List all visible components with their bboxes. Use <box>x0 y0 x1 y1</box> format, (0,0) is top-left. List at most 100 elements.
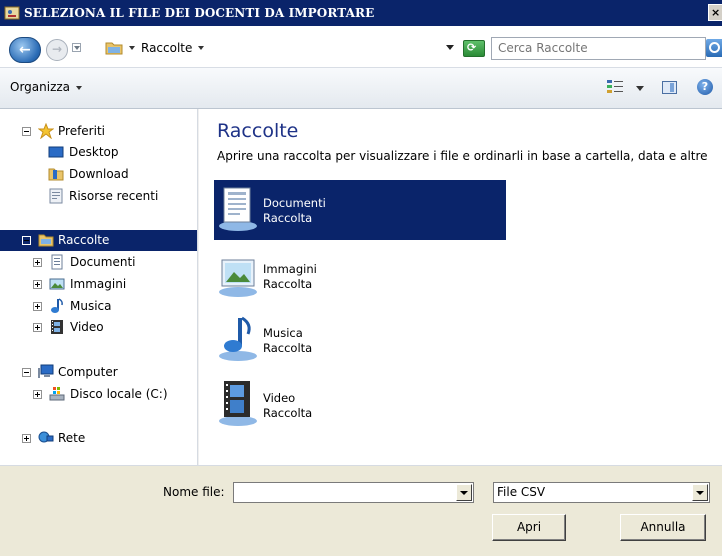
documents-library-icon <box>219 187 257 231</box>
music-icon <box>51 298 63 313</box>
tree-item-computer[interactable]: Computer <box>0 362 197 383</box>
computer-icon <box>38 364 54 378</box>
organize-menu-button[interactable]: Organizza <box>10 80 83 94</box>
file-selection-panel: Nome file: File CSV Apri Annulla <box>0 465 722 556</box>
filename-dropdown-button[interactable] <box>456 484 472 501</box>
tree-label: Documenti <box>70 255 136 269</box>
content-pane[interactable]: Raccolte Aprire una raccolta per visuali… <box>199 109 722 465</box>
expand-icon[interactable] <box>22 434 31 443</box>
tree-label: Rete <box>58 431 86 445</box>
video-icon <box>51 320 63 334</box>
download-folder-icon <box>48 168 64 181</box>
tree-item-pictures[interactable]: Immagini <box>0 274 197 295</box>
tree-item-libraries[interactable]: Raccolte <box>0 230 197 251</box>
address-history-dropdown[interactable] <box>446 45 454 50</box>
collapse-icon[interactable] <box>22 127 31 136</box>
forward-button[interactable]: → <box>46 39 68 61</box>
open-button[interactable]: Apri <box>492 514 566 541</box>
library-type: Raccolta <box>263 406 313 420</box>
search-input[interactable] <box>498 41 688 55</box>
command-bar: Organizza ? <box>0 68 722 109</box>
search-icon[interactable] <box>706 39 722 57</box>
library-name: Video <box>263 391 296 405</box>
filename-input[interactable] <box>236 485 454 499</box>
window-title: SELEZIONA IL FILE DEI DOCENTI DA IMPORTA… <box>24 6 375 20</box>
expand-icon[interactable] <box>33 323 42 332</box>
library-name: Documenti <box>263 196 326 210</box>
expand-icon[interactable] <box>33 258 42 267</box>
breadcrumb-separator-icon[interactable] <box>129 45 135 50</box>
tree-item-favorites[interactable]: Preferiti <box>0 121 197 142</box>
filetype-select[interactable]: File CSV <box>493 482 710 503</box>
library-item-music[interactable]: Musica Raccolta <box>214 310 506 370</box>
title-bar: SELEZIONA IL FILE DEI DOCENTI DA IMPORTA… <box>0 0 722 26</box>
filetype-value: File CSV <box>497 485 546 499</box>
tree-item-network[interactable]: Rete <box>0 428 197 449</box>
close-icon: × <box>711 6 721 19</box>
pictures-icon <box>49 278 65 290</box>
libraries-folder-icon <box>105 42 123 54</box>
tree-label: Computer <box>58 365 118 379</box>
collapse-icon[interactable] <box>22 368 31 377</box>
tree-item-desktop[interactable]: Desktop <box>0 142 197 163</box>
forward-arrow-icon: → <box>52 42 63 56</box>
recent-pages-dropdown[interactable] <box>72 43 81 52</box>
back-button[interactable]: ← <box>9 37 41 63</box>
back-arrow-icon: ← <box>19 42 31 58</box>
expand-icon[interactable] <box>33 390 42 399</box>
library-name: Musica <box>263 326 303 340</box>
library-name: Immagini <box>263 262 317 276</box>
library-item-documents[interactable]: Documenti Raccolta <box>214 180 506 240</box>
preview-pane-button[interactable] <box>662 81 677 94</box>
tree-label: Preferiti <box>58 124 105 138</box>
library-item-pictures[interactable]: Immagini Raccolta <box>214 246 506 306</box>
documents-icon <box>51 254 63 270</box>
search-box[interactable] <box>491 37 706 60</box>
change-view-icon[interactable] <box>607 80 623 94</box>
tree-label: Immagini <box>70 277 127 291</box>
library-type: Raccolta <box>263 341 313 355</box>
tree-item-documents[interactable]: Documenti <box>0 252 197 273</box>
pictures-library-icon <box>219 259 257 297</box>
breadcrumb-chevron-icon[interactable] <box>198 45 205 50</box>
tree-item-local-disk[interactable]: Disco locale (C:) <box>0 384 197 405</box>
video-library-icon <box>219 381 257 426</box>
collapse-icon[interactable] <box>22 236 31 245</box>
chevron-down-icon <box>76 85 83 90</box>
libraries-folder-icon <box>38 234 54 247</box>
page-description: Aprire una raccolta per visualizzare i f… <box>217 149 712 163</box>
tree-label: Download <box>69 167 129 181</box>
refresh-button[interactable]: ⟳ <box>463 40 485 57</box>
cancel-button[interactable]: Annulla <box>620 514 706 541</box>
library-item-video[interactable]: Video Raccolta <box>214 375 506 435</box>
organize-label: Organizza <box>10 80 71 94</box>
view-options-dropdown[interactable] <box>636 86 644 91</box>
tree-label: Disco locale (C:) <box>70 387 168 401</box>
library-type: Raccolta <box>263 211 313 225</box>
music-library-icon <box>219 316 257 361</box>
help-icon[interactable]: ? <box>697 79 713 95</box>
filetype-dropdown-button[interactable] <box>692 484 708 501</box>
expand-icon[interactable] <box>33 302 42 311</box>
tree-item-video[interactable]: Video <box>0 317 197 338</box>
app-icon <box>4 6 20 20</box>
expand-icon[interactable] <box>33 280 42 289</box>
tree-label: Musica <box>70 299 112 313</box>
filename-combobox[interactable] <box>233 482 474 503</box>
tree-label: Video <box>70 320 104 334</box>
local-disk-icon <box>49 387 65 401</box>
breadcrumb[interactable]: Raccolte <box>88 37 485 58</box>
navigation-pane[interactable]: Preferiti Desktop Download Risorse recen… <box>0 109 198 465</box>
tree-item-download[interactable]: Download <box>0 164 197 185</box>
tree-label: Raccolte <box>58 233 110 247</box>
address-bar: ← → Raccolte ⟳ <box>0 26 722 68</box>
refresh-icon: ⟳ <box>467 41 477 54</box>
network-icon <box>38 431 54 443</box>
tree-label: Risorse recenti <box>69 189 159 203</box>
tree-item-recent[interactable]: Risorse recenti <box>0 186 197 207</box>
breadcrumb-item-raccolte[interactable]: Raccolte <box>141 41 192 55</box>
recent-places-icon <box>49 188 63 204</box>
tree-item-music[interactable]: Musica <box>0 296 197 317</box>
tree-label: Desktop <box>69 145 119 159</box>
close-button[interactable]: × <box>708 4 722 21</box>
